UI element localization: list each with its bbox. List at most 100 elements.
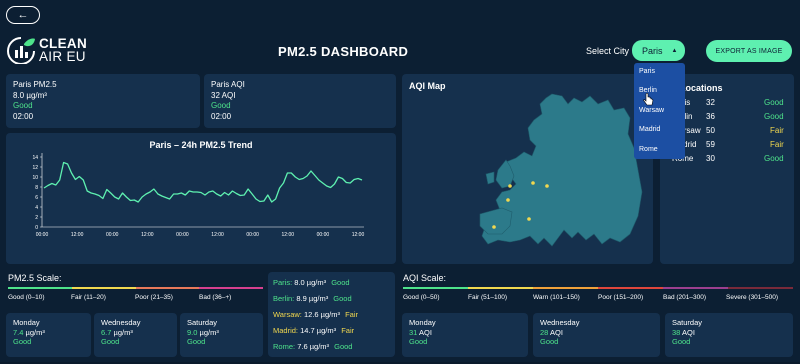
list-status: Good xyxy=(333,294,352,303)
forecast-unit: µg/m³ xyxy=(25,327,45,337)
pm-scale-label: Poor (21–35) xyxy=(135,294,173,301)
list-value: 12.6 µg/m³ xyxy=(303,310,340,319)
caret-up-icon: ▲ xyxy=(671,47,678,54)
aqi-card: Paris AQI 32 AQI Good 02:00 xyxy=(204,74,396,128)
aqi-scale-segment-poor xyxy=(598,287,663,289)
forecast-value: 6.7 xyxy=(101,327,112,337)
forecast-day: Saturday xyxy=(672,318,703,327)
forecast-unit: µg/m³ xyxy=(199,327,219,337)
list-status: Fair xyxy=(345,310,359,319)
pm-scale-bar xyxy=(8,287,263,289)
europe-map[interactable] xyxy=(402,74,653,264)
city-dropdown-menu: Paris Berlin Warsaw Madrid Rome xyxy=(634,63,685,159)
city-marker-madrid[interactable] xyxy=(492,225,496,229)
x-tick-label: 12:00 xyxy=(71,232,84,238)
location-aqi: 30 xyxy=(706,154,715,163)
dropdown-option-madrid[interactable]: Madrid xyxy=(639,126,660,133)
pm25-card-status: Good xyxy=(13,101,33,110)
aqi-forecast-card: Monday 31 AQI Good xyxy=(402,313,528,357)
dropdown-option-rome[interactable]: Rome xyxy=(639,146,658,153)
list-item[interactable]: Madrid: 14.7 µg/m³ Fair xyxy=(273,326,354,335)
brand-logo: CLEAN AIR EU xyxy=(6,35,88,65)
x-tick-label: 12:00 xyxy=(352,232,365,238)
pm-scale-segment-bad xyxy=(199,287,263,289)
forecast-status: Good xyxy=(540,337,559,346)
hand-cursor-icon xyxy=(643,93,654,106)
y-tick-label: 2 xyxy=(35,215,38,221)
list-value: 8.9 µg/m³ xyxy=(296,294,329,303)
aqi-scale-label: Fair (51–100) xyxy=(468,294,508,301)
y-tick-label: 4 xyxy=(35,205,38,211)
aqi-scale-title: AQI Scale: xyxy=(403,273,447,283)
chart-axes xyxy=(41,153,364,228)
list-item[interactable]: Berlin: 8.9 µg/m³ Good xyxy=(273,294,352,303)
list-status: Good xyxy=(334,342,353,351)
series-line xyxy=(43,161,363,203)
y-tick-label: 12 xyxy=(32,165,38,171)
pm-scale-label: Fair (11–20) xyxy=(71,294,106,301)
location-status: Good xyxy=(764,98,784,107)
aqi-card-title: Paris AQI xyxy=(211,80,245,89)
leaf-building-logo xyxy=(7,37,35,64)
pm25-card: Paris PM2.5 8.0 µg/m³ Good 02:00 xyxy=(6,74,200,128)
forecast-value: 28 xyxy=(540,327,549,337)
forecast-day: Monday xyxy=(409,318,436,327)
aqi-scale-segment-bad xyxy=(663,287,728,289)
forecast-value: 9.0 xyxy=(187,327,198,337)
pm-scale-labels: Good (0–10) Fair (11–20) Poor (21–35) Ba… xyxy=(8,294,263,304)
x-tick-label: 12:00 xyxy=(141,232,154,238)
arrow-left-icon: ← xyxy=(17,8,29,21)
list-item[interactable]: Warsaw: 12.6 µg/m³ Fair xyxy=(273,310,358,319)
list-status: Fair xyxy=(341,326,355,335)
forecast-day: Monday xyxy=(13,318,40,327)
ireland-landmass xyxy=(485,171,495,185)
forecast-day: Wednesday xyxy=(540,318,580,327)
forecast-unit: µg/m³ xyxy=(113,327,133,337)
list-item[interactable]: Paris: 8.0 µg/m³ Good xyxy=(273,278,350,287)
aqi-scale-bar xyxy=(403,287,793,289)
dropdown-option-warsaw[interactable]: Warsaw xyxy=(639,107,664,114)
city-marker-warsaw[interactable] xyxy=(545,184,549,188)
city-select[interactable]: Paris ▲ xyxy=(632,40,685,61)
location-status: Good xyxy=(764,154,784,163)
forecast-day: Wednesday xyxy=(101,318,141,327)
dropdown-option-paris[interactable]: Paris xyxy=(639,68,655,75)
list-value: 7.6 µg/m³ xyxy=(297,342,330,351)
y-tick-label: 14 xyxy=(32,155,38,161)
city-marker-paris[interactable] xyxy=(508,184,512,188)
location-status: Fair xyxy=(770,140,784,149)
x-tick-label: 00:00 xyxy=(317,232,330,238)
pm-forecast-card: Wednesday 6.7 µg/m³ Good xyxy=(94,313,177,357)
location-aqi: 36 xyxy=(706,112,715,121)
list-city: Rome: xyxy=(273,342,296,351)
y-tick-label: 6 xyxy=(35,195,38,201)
list-item[interactable]: Rome: 7.6 µg/m³ Good xyxy=(273,342,352,351)
x-tick-label: 12:00 xyxy=(211,232,224,238)
forecast-status: Good xyxy=(672,337,691,346)
selected-city: Paris xyxy=(642,45,663,56)
aqi-forecast-card: Saturday 38 AQI Good xyxy=(665,313,793,357)
location-aqi: 59 xyxy=(706,140,715,149)
list-value: 14.7 µg/m³ xyxy=(300,326,337,335)
aqi-scale-label: Severe (301–500) xyxy=(726,294,779,301)
city-marker-berlin[interactable] xyxy=(531,181,535,185)
city-marker-geneva[interactable] xyxy=(506,198,510,202)
list-value: 8.0 µg/m³ xyxy=(294,278,327,287)
forecast-unit: AQI xyxy=(419,327,432,337)
list-city: Berlin: xyxy=(273,294,295,303)
list-city: Warsaw: xyxy=(273,310,302,319)
x-tick-label: 00:00 xyxy=(106,232,119,238)
pm-scale-label: Good (0–10) xyxy=(8,294,45,301)
city-marker-rome[interactable] xyxy=(527,217,531,221)
forecast-value: 31 xyxy=(409,327,418,337)
pm-scale-segment-good xyxy=(8,287,72,289)
aqi-scale-segment-severe xyxy=(728,287,793,289)
pm25-card-time: 02:00 xyxy=(13,111,34,121)
export-image-button[interactable]: EXPORT AS IMAGE xyxy=(706,40,792,62)
list-city: Madrid: xyxy=(273,326,299,335)
y-tick-label: 8 xyxy=(35,185,38,191)
forecast-value: 7.4 xyxy=(13,327,24,337)
forecast-status: Good xyxy=(409,337,428,346)
location-status: Fair xyxy=(770,126,784,135)
back-button[interactable]: ← xyxy=(6,6,40,24)
